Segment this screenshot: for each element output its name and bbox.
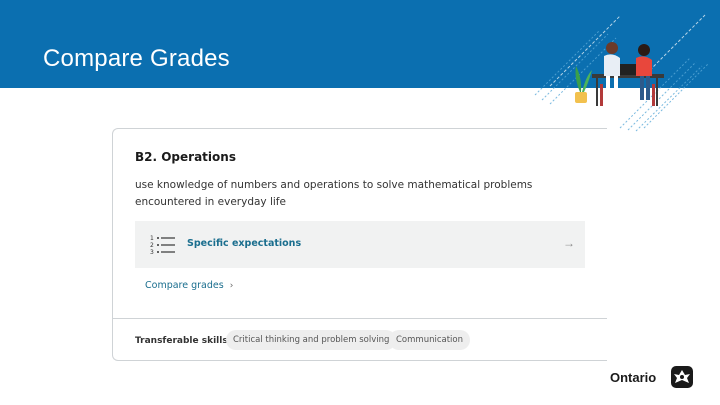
chevron-right-icon: ›	[229, 281, 234, 291]
expectation-card: B2. Operations use knowledge of numbers …	[112, 128, 607, 361]
skill-chip-communication[interactable]: Communication	[389, 330, 470, 350]
skill-chip-critical-thinking[interactable]: Critical thinking and problem solving	[226, 330, 397, 350]
divider	[113, 318, 607, 319]
specific-expectations-label: Specific expectations	[187, 238, 302, 249]
numbered-list-icon: 1 2 3	[150, 235, 175, 256]
svg-text:1: 1	[150, 235, 154, 242]
transferable-skills-label: Transferable skills:	[135, 336, 232, 346]
page-title: Compare Grades	[43, 45, 230, 72]
specific-expectations-button[interactable]: 1 2 3 Specific expectations →	[135, 221, 585, 268]
arrow-right-icon: →	[563, 236, 575, 250]
svg-text:2: 2	[150, 242, 154, 249]
strand-heading: B2. Operations	[135, 150, 236, 164]
students-illustration	[534, 14, 709, 132]
ontario-wordmark: Ontario	[610, 370, 657, 385]
svg-text:3: 3	[150, 249, 154, 256]
expectation-description: use knowledge of numbers and operations …	[135, 179, 533, 208]
compare-grades-link[interactable]: Compare grades ›	[145, 280, 233, 291]
trillium-icon	[671, 366, 693, 388]
compare-grades-label: Compare grades	[145, 280, 224, 291]
